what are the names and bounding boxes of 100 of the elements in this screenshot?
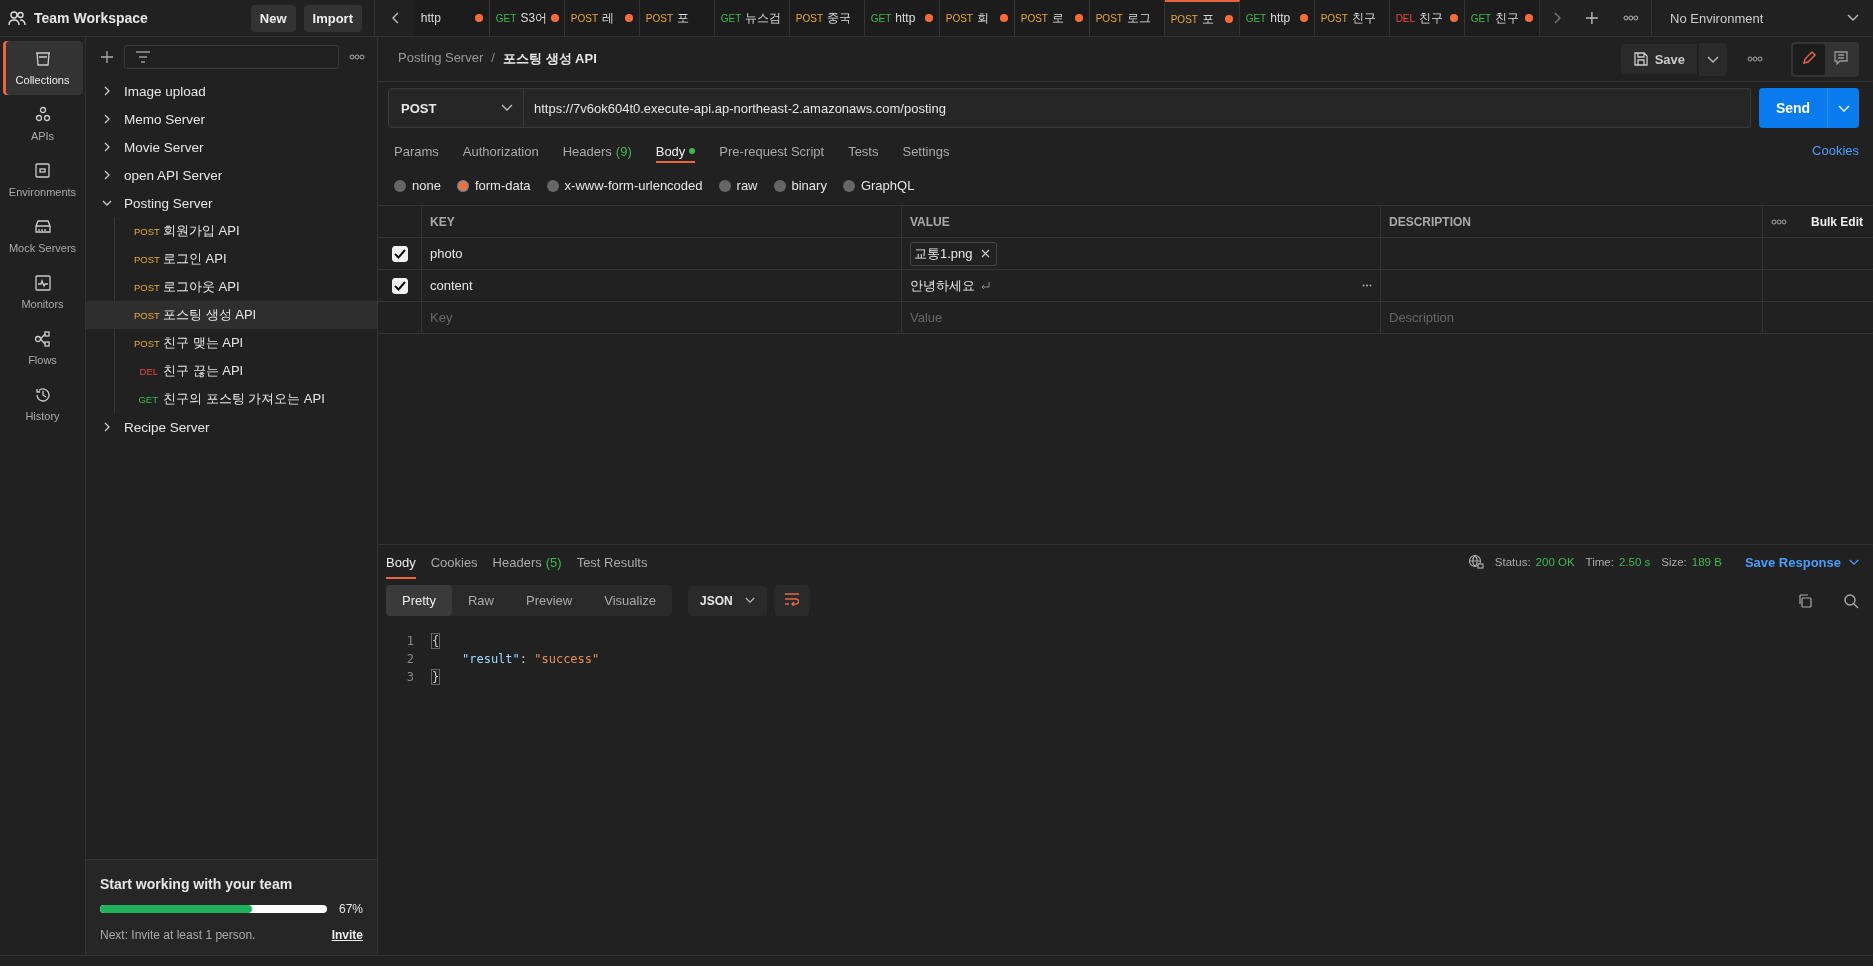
request-section-tab[interactable]: Pre-request Script xyxy=(719,137,825,163)
more-icon[interactable] xyxy=(1362,284,1372,287)
request-tab[interactable]: POST 레 xyxy=(564,0,640,36)
request-section-tab[interactable]: Params xyxy=(394,137,439,163)
environment-selector[interactable]: No Environment xyxy=(1651,0,1873,36)
request-tab[interactable]: POST 회 xyxy=(939,0,1015,36)
plus-icon[interactable] xyxy=(100,50,114,64)
body-type-radio[interactable]: raw xyxy=(718,178,758,193)
collection-item[interactable]: Memo Server xyxy=(86,105,377,133)
edit-mode-button[interactable] xyxy=(1793,43,1825,75)
collection-item[interactable]: open API Server xyxy=(86,161,377,189)
view-tab[interactable]: Raw xyxy=(451,585,510,616)
workspace-name[interactable]: Team Workspace xyxy=(34,10,243,26)
value-cell[interactable]: 안녕하세요 xyxy=(910,276,975,295)
format-dropdown[interactable]: JSON xyxy=(688,585,767,616)
more-icon[interactable] xyxy=(1747,56,1763,62)
checkbox[interactable] xyxy=(391,277,408,294)
new-button[interactable]: New xyxy=(250,4,296,32)
view-tab[interactable]: Visualize xyxy=(588,585,673,616)
request-tab[interactable]: GET S3어 xyxy=(489,0,565,36)
send-button[interactable]: Send xyxy=(1759,88,1827,128)
invite-link[interactable]: Invite xyxy=(331,928,363,942)
checkbox[interactable] xyxy=(391,245,408,262)
response-tab[interactable]: Body xyxy=(386,545,416,579)
request-tab[interactable]: GET 뉴스검 xyxy=(714,0,790,36)
globe-icon[interactable] xyxy=(1467,554,1484,570)
rail-item[interactable]: History xyxy=(2,377,83,431)
request-item[interactable]: POST 로그인 API xyxy=(86,245,377,273)
request-tab[interactable]: POST 포 xyxy=(1164,0,1240,36)
body-type-radio[interactable]: form-data xyxy=(456,178,531,193)
request-item[interactable]: POST 친구 맺는 API xyxy=(86,329,377,357)
request-section-tab[interactable]: Headers (9) xyxy=(562,137,632,163)
cookies-link[interactable]: Cookies xyxy=(1812,142,1859,158)
file-chip[interactable]: 교통1.png xyxy=(910,241,997,266)
radio-button[interactable] xyxy=(456,179,469,192)
request-tab[interactable]: GET http xyxy=(864,0,940,36)
rail-item[interactable]: Environments xyxy=(2,153,83,207)
input-field[interactable]: Value xyxy=(910,310,1372,325)
rail-item[interactable]: Collections xyxy=(2,41,83,95)
import-button[interactable]: Import xyxy=(303,4,362,32)
body-type-radio[interactable]: x-www-form-urlencoded xyxy=(546,178,703,193)
more-icon[interactable] xyxy=(1623,15,1639,21)
key-cell[interactable]: content xyxy=(422,270,902,302)
copy-icon[interactable] xyxy=(1797,592,1813,609)
request-section-tab[interactable]: Body xyxy=(655,137,696,163)
url-field[interactable]: https://7v6ok604t0.execute-api.ap-northeast-2.amazonaws.com/posting xyxy=(524,88,1751,128)
rail-item[interactable]: Mock Servers xyxy=(2,209,83,263)
request-tab[interactable]: POST 로그 xyxy=(1089,0,1165,36)
close-icon[interactable] xyxy=(980,249,990,258)
request-tab[interactable]: GET 친구 xyxy=(1464,0,1540,36)
filter-field[interactable] xyxy=(124,45,339,69)
request-section-tab[interactable]: Authorization xyxy=(462,137,539,163)
save-button[interactable]: Save xyxy=(1620,44,1697,74)
request-tab[interactable]: POST 친구 xyxy=(1314,0,1390,36)
radio-button[interactable] xyxy=(718,179,731,192)
request-tab[interactable]: POST 로 xyxy=(1014,0,1090,36)
body-type-radio[interactable]: GraphQL xyxy=(842,178,915,193)
radio-button[interactable] xyxy=(842,179,855,192)
plus-icon[interactable] xyxy=(1585,11,1600,25)
request-tab[interactable]: http xyxy=(414,0,490,36)
breadcrumb-parent[interactable]: Posting Server xyxy=(398,50,484,68)
more-icon[interactable] xyxy=(1771,218,1787,225)
view-tab[interactable]: Pretty xyxy=(386,585,452,616)
request-tab[interactable]: GET http xyxy=(1239,0,1315,36)
more-icon[interactable] xyxy=(349,54,365,60)
rail-item[interactable]: APIs xyxy=(2,97,83,151)
request-tab[interactable]: POST 포 xyxy=(639,0,715,36)
key-cell[interactable]: photo xyxy=(422,238,902,270)
request-item[interactable]: POST 회원가입 API xyxy=(86,217,377,245)
input-field[interactable]: Key xyxy=(430,310,893,325)
request-item[interactable]: GET 친구의 포스팅 가져오는 API xyxy=(86,385,377,413)
collection-item[interactable]: Movie Server xyxy=(86,133,377,161)
collection-item[interactable]: Image upload xyxy=(86,77,377,105)
wrap-lines-button[interactable] xyxy=(774,585,809,616)
rail-item[interactable]: Monitors xyxy=(2,265,83,319)
response-tab[interactable]: Cookies xyxy=(430,545,478,579)
request-item[interactable]: POST 로그아웃 API xyxy=(86,273,377,301)
method-dropdown[interactable]: POST xyxy=(388,88,524,128)
radio-button[interactable] xyxy=(773,179,786,192)
view-tab[interactable]: Preview xyxy=(510,585,589,616)
radio-button[interactable] xyxy=(546,179,559,192)
save-options-button[interactable] xyxy=(1699,42,1727,76)
request-item[interactable]: POST 포스팅 생성 API xyxy=(86,301,377,329)
request-tab[interactable]: POST 중국 xyxy=(789,0,865,36)
request-item[interactable]: DEL 친구 끊는 API xyxy=(86,357,377,385)
request-section-tab[interactable]: Settings xyxy=(902,137,950,163)
response-tab[interactable]: Headers (5) xyxy=(492,545,562,579)
collection-item[interactable]: Posting Server xyxy=(86,189,377,217)
request-tab[interactable]: DEL 친구 xyxy=(1389,0,1465,36)
chevron-left-icon[interactable] xyxy=(391,12,401,24)
response-tab[interactable]: Test Results xyxy=(576,545,648,579)
rail-item[interactable]: Flows xyxy=(2,321,83,375)
bulk-edit-button[interactable]: Bulk Edit xyxy=(1811,214,1863,229)
collection-item[interactable]: Recipe Server xyxy=(86,413,377,441)
radio-button[interactable] xyxy=(394,179,406,192)
input-field[interactable]: Description xyxy=(1389,310,1754,325)
save-response-button[interactable]: Save Response xyxy=(1744,554,1859,570)
body-type-radio[interactable]: binary xyxy=(773,178,827,193)
search-icon[interactable] xyxy=(1843,592,1859,609)
body-type-radio[interactable]: none xyxy=(394,178,441,193)
